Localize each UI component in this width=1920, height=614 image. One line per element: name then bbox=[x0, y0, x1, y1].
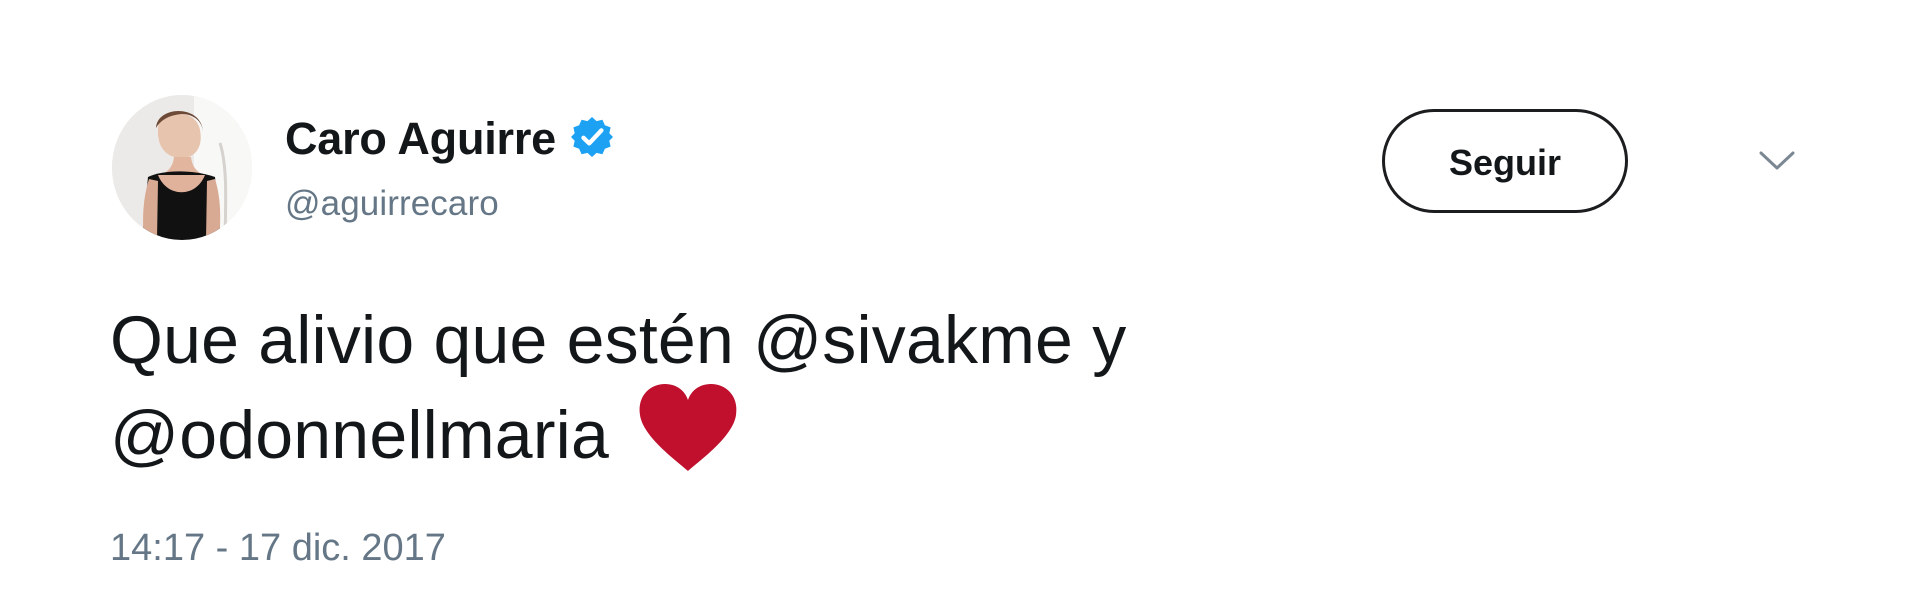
tweet-text-segment: Que alivio que estén bbox=[110, 302, 734, 378]
chevron-down-icon[interactable] bbox=[1758, 149, 1796, 173]
verified-badge-icon bbox=[570, 115, 614, 159]
avatar-photo-icon bbox=[112, 95, 252, 240]
tweet-text: Que alivio que estén @sivakme y @odonnel… bbox=[110, 297, 1610, 473]
display-name[interactable]: Caro Aguirre bbox=[285, 116, 556, 161]
user-info: Caro Aguirre @aguirrecaro bbox=[285, 102, 845, 232]
display-name-row[interactable]: Caro Aguirre bbox=[285, 108, 614, 168]
tweet-card: Caro Aguirre @aguirrecaro Seguir Que ali… bbox=[0, 0, 1920, 614]
mention-link[interactable]: @sivakme bbox=[753, 302, 1073, 378]
follow-button-label: Seguir bbox=[1448, 142, 1562, 183]
follow-button[interactable]: Seguir bbox=[1382, 109, 1628, 213]
tweet-timestamp[interactable]: 14:17 - 17 dic. 2017 bbox=[110, 529, 446, 567]
user-handle[interactable]: @aguirrecaro bbox=[285, 186, 499, 221]
red-heart-icon bbox=[635, 383, 741, 475]
tweet-line-1: Que alivio que estén @sivakme y bbox=[110, 297, 1610, 383]
tweet-line-2: @odonnellmaria bbox=[110, 383, 1610, 473]
user-avatar[interactable] bbox=[112, 95, 252, 240]
mention-link[interactable]: @odonnellmaria bbox=[110, 397, 609, 473]
tweet-text-segment: y bbox=[1092, 302, 1127, 378]
